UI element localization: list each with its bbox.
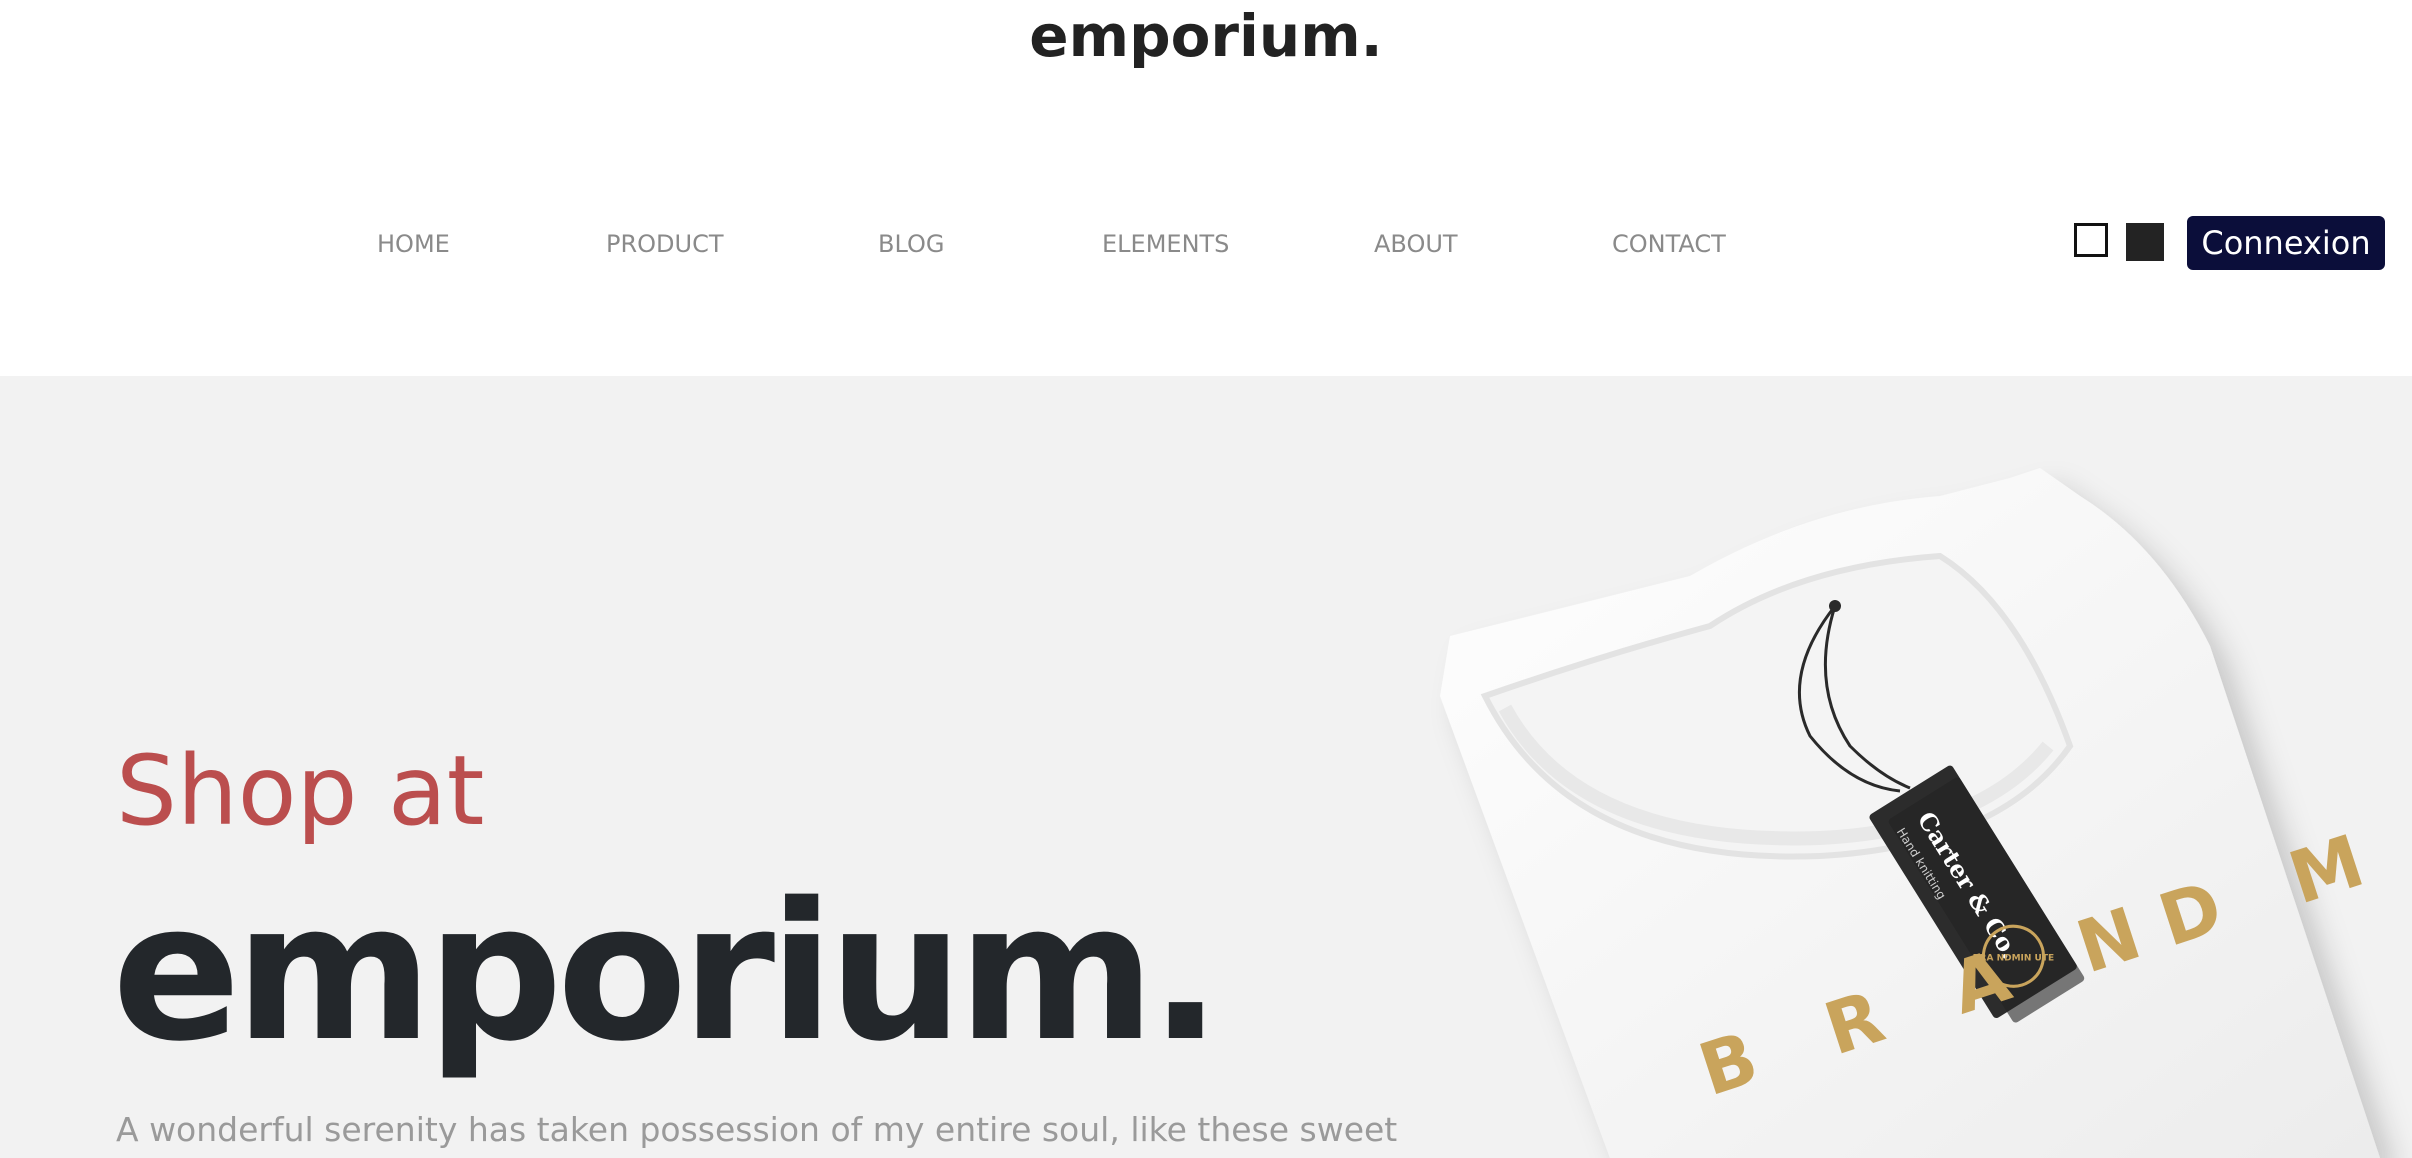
nav-item-product[interactable]: PRODUCT xyxy=(606,224,724,264)
connexion-button[interactable]: Connexion xyxy=(2187,216,2385,270)
hero-pre-title: Shop at xyxy=(116,735,485,847)
hero-section: Shop at emporium. A wonderful serenity h… xyxy=(0,376,2412,1158)
nav-item-elements[interactable]: ELEMENTS xyxy=(1102,224,1229,264)
nav-item-about[interactable]: ABOUT xyxy=(1374,224,1458,264)
site-header: emporium. HOME PRODUCT BLOG ELEMENTS ABO… xyxy=(0,0,2412,376)
square-outline-icon[interactable] xyxy=(2074,223,2108,257)
nav-item-contact[interactable]: CONTACT xyxy=(1612,224,1726,264)
hero-description: A wonderful serenity has taken possessio… xyxy=(116,1110,1398,1149)
nav-item-home[interactable]: HOME xyxy=(377,224,450,264)
site-logo[interactable]: emporium. xyxy=(0,0,2412,72)
nav-item-blog[interactable]: BLOG xyxy=(878,224,944,264)
main-nav: HOME PRODUCT BLOG ELEMENTS ABOUT CONTACT xyxy=(0,224,2412,264)
square-filled-icon[interactable] xyxy=(2126,223,2164,261)
tshirt-product-image: Carter & Co. Hand knitting BRA NDMIN UTE… xyxy=(1440,468,2398,1158)
hero-title: emporium. xyxy=(112,862,1222,1083)
